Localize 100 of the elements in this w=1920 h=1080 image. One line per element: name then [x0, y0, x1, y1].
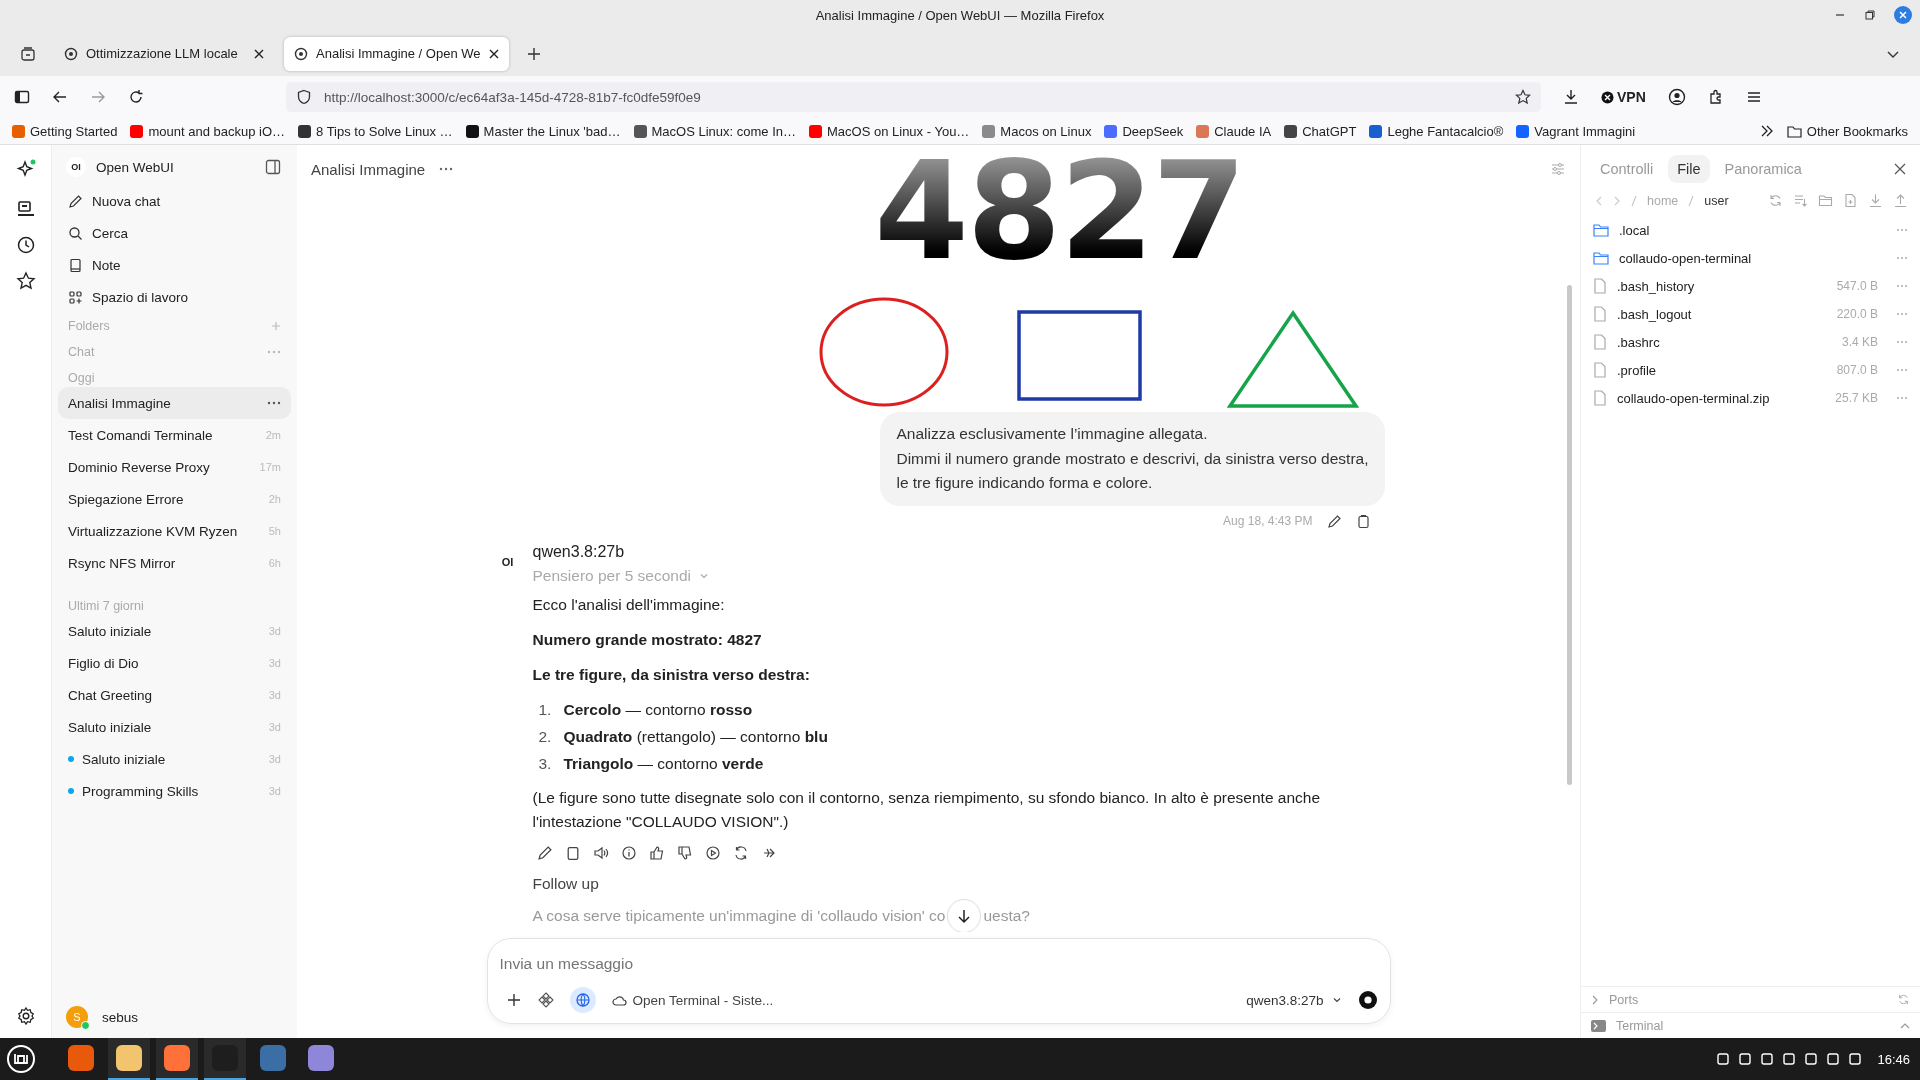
terminal-icon	[1591, 1019, 1606, 1032]
browser-tab[interactable]: Analisi Immagine / Open We	[284, 36, 509, 71]
scrollbar[interactable]	[1567, 285, 1572, 785]
chat-item[interactable]: Saluto iniziale 3d	[58, 743, 291, 775]
back-icon[interactable]	[52, 89, 68, 105]
chevron-up-icon[interactable]	[1900, 1021, 1910, 1030]
nav-item[interactable]: Spazio di lavoro	[58, 281, 291, 313]
web-search-button[interactable]	[569, 987, 596, 1013]
panel-tab[interactable]: File	[1668, 155, 1710, 183]
nav-item[interactable]: Note	[58, 249, 291, 281]
bookmark-folder[interactable]: Other Bookmarks	[1786, 123, 1908, 139]
chat-item[interactable]: Chat Greeting 3d	[58, 679, 291, 711]
bookmark[interactable]: Leghe Fantacalcio®	[1369, 123, 1504, 139]
bookmark[interactable]: ChatGPT	[1284, 123, 1357, 139]
menu-icon[interactable]	[1745, 89, 1762, 105]
copy-icon[interactable]	[1355, 513, 1371, 529]
file-row[interactable]: .bash_logout 220.0 B	[1581, 300, 1920, 328]
file-row[interactable]: .bashrc 3.4 KB	[1581, 328, 1920, 356]
restore-icon[interactable]	[1864, 9, 1876, 21]
account-icon[interactable]	[1667, 88, 1686, 106]
file-icon	[1593, 278, 1607, 294]
bookmark[interactable]: DeepSeek	[1104, 123, 1184, 139]
new-tab-icon[interactable]	[526, 46, 541, 61]
more-icon[interactable]	[267, 401, 281, 405]
list-item: Quadrato (rettangolo) — contorno blu	[563, 726, 828, 747]
chat-item[interactable]: Dominio Reverse Proxy 17m	[58, 451, 291, 483]
close-icon[interactable]	[1894, 163, 1906, 175]
path-segment[interactable]: user	[1704, 193, 1729, 208]
chat-item[interactable]: Spiegazione Errore 2h	[58, 483, 291, 515]
edit-icon[interactable]	[1326, 513, 1342, 529]
computer-icon[interactable]	[15, 199, 36, 219]
chat-item[interactable]: Analisi Immagine	[58, 387, 291, 419]
chat-item[interactable]: Saluto iniziale 3d	[58, 711, 291, 743]
add-icon[interactable]	[505, 992, 522, 1008]
sidebar-icon[interactable]	[14, 89, 30, 105]
chat-item[interactable]: Rsync NFS Mirror 6h	[58, 547, 291, 579]
more-icon[interactable]	[439, 167, 454, 171]
taskbar-app[interactable]	[204, 1038, 246, 1080]
bookmark[interactable]: mount and backup iO…	[130, 123, 286, 139]
tools-icon[interactable]	[537, 992, 554, 1008]
nav-item[interactable]: Cerca	[58, 217, 291, 249]
attached-image[interactable]: 4827	[720, 145, 1361, 412]
start-menu-icon[interactable]	[6, 1044, 36, 1074]
site-icon	[64, 46, 78, 61]
bookmark[interactable]: Getting Started	[12, 123, 118, 139]
chat-item[interactable]: Saluto iniziale 3d	[58, 615, 291, 647]
regenerate-icon[interactable]	[732, 844, 749, 861]
tab-list-icon[interactable]	[20, 45, 36, 62]
extensions-icon[interactable]	[1707, 89, 1724, 105]
file-row[interactable]: .bash_history 547.0 B	[1581, 272, 1920, 300]
address-bar[interactable]: http://localhost:3000/c/ec64af3a-145d-4728-81b7-fc0dfe59f0e9	[286, 82, 1541, 112]
chat-title[interactable]: Analisi Immagine	[311, 160, 426, 178]
model-selector[interactable]: qwen3.8:27b	[1246, 992, 1342, 1008]
bookmark[interactable]: MacOS on Linux - You…	[809, 123, 970, 139]
bookmark[interactable]: Master the Linux 'bad…	[465, 123, 621, 139]
message-input[interactable]: Invia un messaggio Open Terminal - Siste... qwen3.8:27b	[486, 938, 1391, 1024]
star-icon[interactable]	[1515, 89, 1531, 105]
close-tab-icon[interactable]	[254, 48, 264, 59]
user-name[interactable]: sebus	[102, 1009, 139, 1025]
chevron-right-icon[interactable]	[1591, 994, 1599, 1005]
bookmark[interactable]: Macos on Linux	[982, 123, 1092, 139]
chat-item[interactable]: Figlio di Dio 3d	[58, 647, 291, 679]
bookmark[interactable]: MacOS Linux: come In…	[633, 123, 796, 139]
star-icon[interactable]	[15, 271, 36, 291]
close-tab-icon[interactable]	[488, 48, 499, 59]
bookmark[interactable]: Claude IA	[1196, 123, 1272, 139]
list-item: Triangolo — contorno verde	[563, 753, 764, 774]
chat-item[interactable]: Test Comandi Terminale 2m	[58, 419, 291, 451]
file-row[interactable]: .local	[1581, 216, 1920, 244]
bookmark[interactable]: 8 Tips to Solve Linux …	[298, 123, 453, 139]
close-icon[interactable]	[1894, 6, 1912, 24]
browser-tab[interactable]: Ottimizzazione LLM locale	[54, 36, 274, 71]
record-icon[interactable]	[1357, 990, 1378, 1010]
sidebar-toggle-icon[interactable]	[265, 159, 281, 175]
nav-item[interactable]: Nuova chat	[58, 185, 291, 217]
speaker-icon[interactable]	[592, 844, 609, 861]
chat-item[interactable]: Programming Skills 3d	[58, 775, 291, 807]
tool-chip[interactable]: Open Terminal - Siste...	[611, 992, 774, 1008]
file-row[interactable]: .profile 807.0 B	[1581, 356, 1920, 384]
file-row[interactable]: collaudo-open-terminal.zip 25.7 KB	[1581, 384, 1920, 412]
play-icon[interactable]	[704, 844, 721, 861]
file-row[interactable]: collaudo-open-terminal	[1581, 244, 1920, 272]
chat-item[interactable]: Virtualizzazione KVM Ryzen 5h	[58, 515, 291, 547]
scroll-down-button[interactable]	[947, 898, 982, 932]
reload-icon[interactable]	[128, 89, 144, 105]
vpn-button[interactable]: VPN	[1601, 89, 1646, 105]
clock[interactable]: 16:46	[1877, 1051, 1910, 1067]
bookmark[interactable]: Vagrant Immagini	[1516, 123, 1636, 139]
assistant-avatar: OI	[500, 554, 515, 570]
thumbs-down-icon[interactable]	[676, 844, 693, 861]
more-bookmarks-icon[interactable]	[1759, 124, 1774, 138]
download-icon[interactable]	[1563, 89, 1579, 105]
edit-icon[interactable]	[536, 844, 553, 861]
taskbar-app[interactable]	[108, 1038, 150, 1080]
thumbs-up-icon[interactable]	[648, 844, 665, 861]
settings-icon[interactable]	[15, 1006, 36, 1026]
info-icon[interactable]	[620, 844, 637, 861]
clock-icon[interactable]	[15, 235, 36, 255]
taskbar-app[interactable]	[156, 1038, 198, 1080]
forward-icon[interactable]	[90, 89, 106, 105]
